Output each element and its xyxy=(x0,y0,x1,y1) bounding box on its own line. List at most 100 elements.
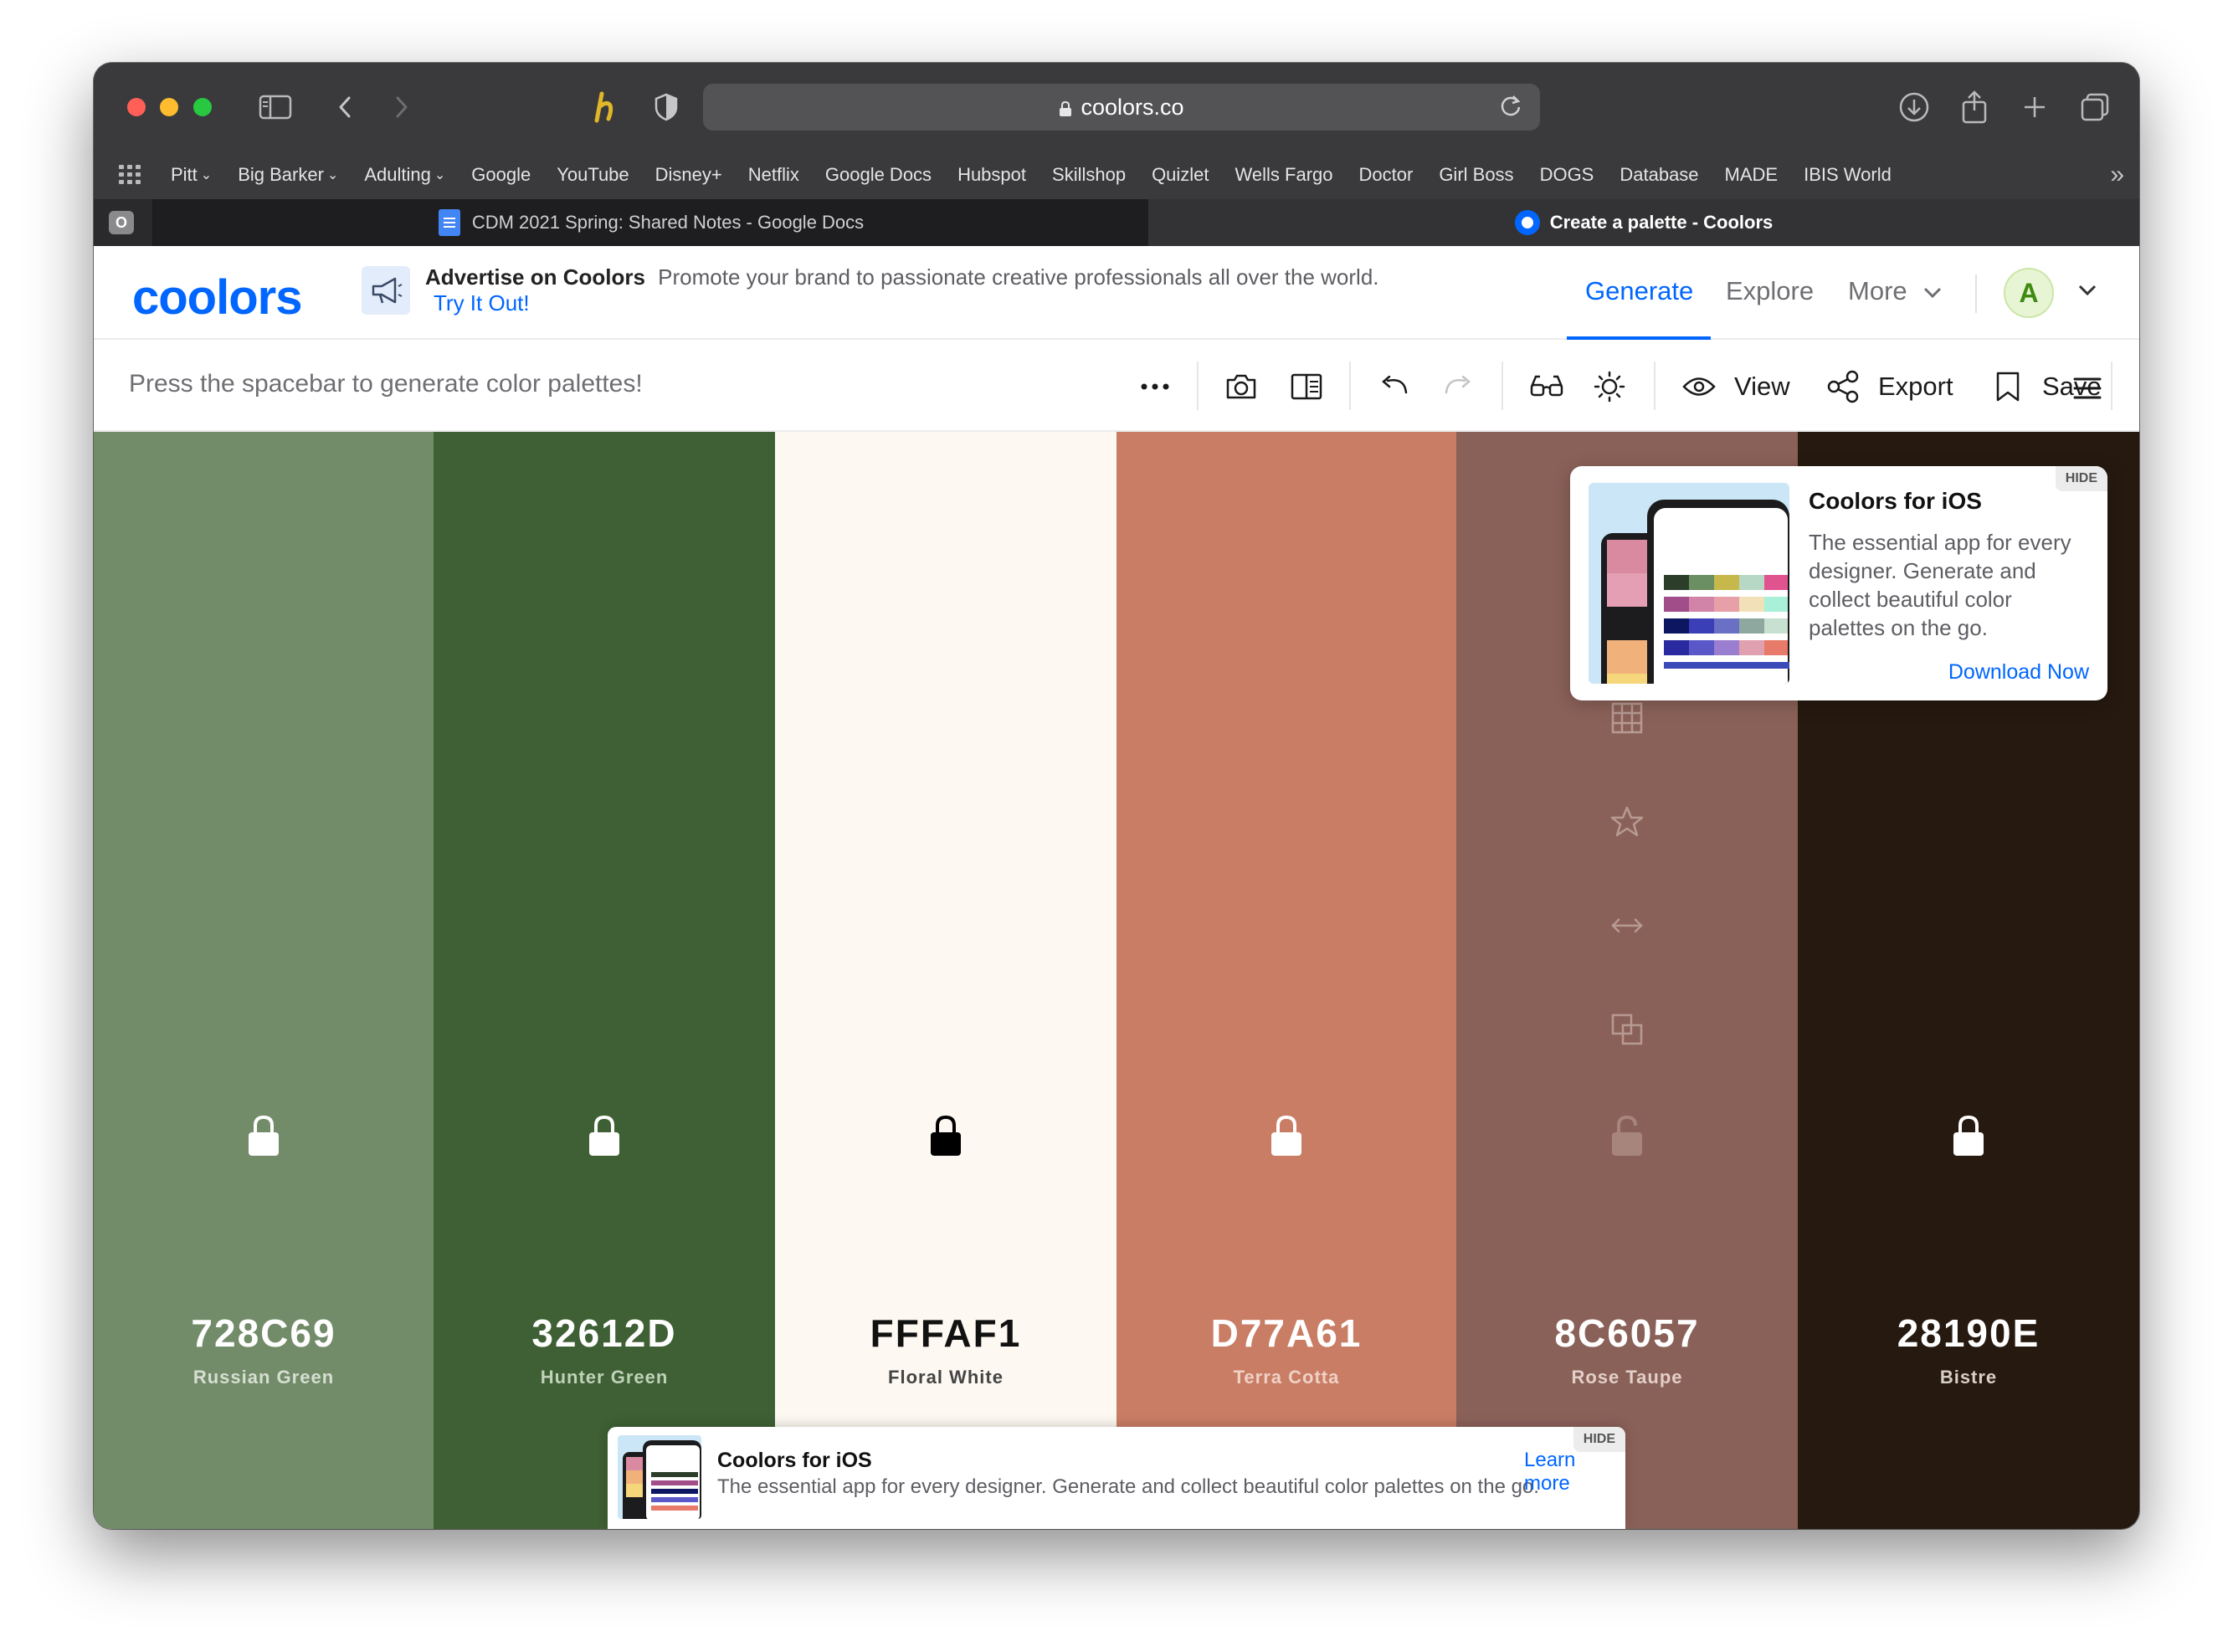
view-button[interactable]: View xyxy=(1682,370,1799,403)
try-it-out-link[interactable]: Try It Out! xyxy=(434,290,530,316)
minimize-window-button[interactable] xyxy=(160,98,178,116)
share-icon[interactable] xyxy=(1957,90,1992,124)
reload-icon[interactable] xyxy=(1500,94,1522,124)
color-name: Floral White xyxy=(888,1367,1004,1388)
learn-more-link[interactable]: Learn more xyxy=(1524,1449,1625,1496)
nav-more[interactable]: More xyxy=(1848,276,1943,306)
tab-coolors[interactable]: Create a palette - Coolors xyxy=(1148,199,2139,246)
back-icon[interactable] xyxy=(328,91,362,123)
lock-icon[interactable] xyxy=(1951,1114,1986,1157)
tab-bar: O CDM 2021 Spring: Shared Notes - Google… xyxy=(94,199,2139,246)
undo-icon[interactable] xyxy=(1378,370,1411,403)
new-tab-icon[interactable] xyxy=(2017,91,2052,123)
coolors-logo[interactable]: coolors xyxy=(132,269,302,326)
bookmark-google[interactable]: Google xyxy=(471,164,531,186)
shades-grid-icon[interactable] xyxy=(1609,700,1645,736)
coolors-favicon-icon xyxy=(1514,210,1540,235)
lock-icon xyxy=(1060,101,1072,116)
honey-extension-icon[interactable] xyxy=(588,91,621,123)
bookmark-google-docs[interactable]: Google Docs xyxy=(825,164,932,186)
bookmark-adulting[interactable]: Adulting ⌄ xyxy=(364,164,445,186)
bookmark-pitt[interactable]: Pitt ⌄ xyxy=(171,164,212,186)
downloads-icon[interactable] xyxy=(1897,91,1932,123)
tab-google-docs[interactable]: CDM 2021 Spring: Shared Notes - Google D… xyxy=(154,199,1148,246)
address-bar[interactable]: coolors.co xyxy=(703,84,1540,131)
eye-icon xyxy=(1682,377,1716,396)
redo-icon[interactable] xyxy=(1441,370,1475,403)
tab-title: Create a palette - Coolors xyxy=(1549,212,1774,233)
download-now-link[interactable]: Download Now xyxy=(1948,660,2089,685)
color-hex[interactable]: D77A61 xyxy=(1116,1311,1456,1356)
lock-icon[interactable] xyxy=(1269,1114,1304,1157)
bookmark-netflix[interactable]: Netflix xyxy=(748,164,799,186)
site-header: coolors Advertise on Coolors Promote you… xyxy=(94,246,2139,340)
bookmark-doctor[interactable]: Doctor xyxy=(1359,164,1414,186)
view-label: View xyxy=(1734,372,1790,401)
bookmark-icon xyxy=(1996,372,2020,402)
adjust-palette-sun-icon[interactable] xyxy=(1592,370,1627,403)
bookmark-big-barker[interactable]: Big Barker ⌄ xyxy=(238,164,338,186)
bookmark-dogs[interactable]: DOGS xyxy=(1540,164,1594,186)
drag-arrows-icon[interactable] xyxy=(1609,907,1645,944)
google-docs-icon xyxy=(438,209,460,236)
advertise-banner: Advertise on Coolors Promote your brand … xyxy=(425,264,1379,316)
favorite-star-icon[interactable] xyxy=(1609,803,1645,840)
popup-body: The essential app for every designer. Ge… xyxy=(1809,530,2071,640)
lock-icon[interactable] xyxy=(587,1114,622,1157)
color-hex[interactable]: 8C6057 xyxy=(1456,1311,1798,1356)
camera-icon[interactable] xyxy=(1224,370,1259,403)
user-avatar[interactable]: A xyxy=(2004,268,2054,318)
more-bookmarks-icon[interactable]: » xyxy=(2110,161,2124,189)
bookmark-wells-fargo[interactable]: Wells Fargo xyxy=(1235,164,1333,186)
forward-icon[interactable] xyxy=(385,91,418,123)
color-hex[interactable]: 32612D xyxy=(434,1311,775,1356)
bookmark-youtube[interactable]: YouTube xyxy=(557,164,629,186)
nav-explore[interactable]: Explore xyxy=(1726,276,1814,306)
sidebar-toggle-icon[interactable] xyxy=(257,91,294,123)
tab-overview-icon[interactable] xyxy=(2077,91,2112,123)
color-swatch-3[interactable]: FFFAF1 Floral White xyxy=(775,432,1116,1529)
more-options-icon[interactable] xyxy=(1138,370,1172,403)
unlock-icon[interactable] xyxy=(1609,1114,1645,1157)
advertise-text: Promote your brand to passionate creativ… xyxy=(658,264,1379,290)
color-blindness-glasses-icon[interactable] xyxy=(1528,370,1565,403)
tab-group-badge[interactable]: O xyxy=(109,211,134,234)
bookmark-girl-boss[interactable]: Girl Boss xyxy=(1439,164,1513,186)
apps-grid-icon[interactable] xyxy=(119,165,142,185)
color-name: Rose Taupe xyxy=(1571,1367,1683,1388)
bookmarks-bar: Pitt ⌄ Big Barker ⌄ Adulting ⌄ Google YouTu… xyxy=(94,151,2139,199)
close-window-button[interactable] xyxy=(127,98,146,116)
browser-window: coolors.co Pitt ⌄ Big Barker ⌄ Adulting ⌄ G… xyxy=(94,63,2139,1529)
copy-icon[interactable] xyxy=(1609,1011,1645,1048)
bookmark-skillshop[interactable]: Skillshop xyxy=(1052,164,1126,186)
bookmark-made[interactable]: MADE xyxy=(1725,164,1779,186)
collage-icon[interactable] xyxy=(1289,370,1324,403)
nav-generate[interactable]: Generate xyxy=(1585,276,1693,306)
color-hex[interactable]: 728C69 xyxy=(94,1311,434,1356)
color-swatch-4[interactable]: D77A61 Terra Cotta xyxy=(1116,432,1456,1529)
account-chevron-down-icon[interactable] xyxy=(2077,276,2097,303)
color-swatch-1[interactable]: 728C69 Russian Green xyxy=(94,432,434,1529)
zoom-window-button[interactable] xyxy=(193,98,212,116)
color-hex[interactable]: FFFAF1 xyxy=(775,1311,1116,1356)
share-nodes-icon xyxy=(1827,370,1859,403)
tab-title: CDM 2021 Spring: Shared Notes - Google D… xyxy=(471,212,865,233)
privacy-shield-icon[interactable] xyxy=(649,91,683,123)
hide-popup-button[interactable]: HIDE xyxy=(2055,466,2107,491)
export-button[interactable]: Export xyxy=(1826,370,1969,403)
color-name: Bistre xyxy=(1939,1367,1998,1388)
lock-icon[interactable] xyxy=(246,1114,281,1157)
hamburger-menu-icon[interactable] xyxy=(2071,372,2104,405)
color-hex[interactable]: 28190E xyxy=(1798,1311,2139,1356)
advertise-title: Advertise on Coolors xyxy=(425,264,645,290)
bookmark-quizlet[interactable]: Quizlet xyxy=(1152,164,1209,186)
lock-icon[interactable] xyxy=(928,1114,963,1157)
hide-bottom-ad-button[interactable]: HIDE xyxy=(1573,1427,1625,1452)
bottom-ad-banner: Coolors for iOS The essential app for ev… xyxy=(608,1427,1625,1529)
palette: 728C69 Russian Green 32612D Hunter Green… xyxy=(94,432,2139,1529)
bookmark-ibis-world[interactable]: IBIS World xyxy=(1804,164,1892,186)
bookmark-database[interactable]: Database xyxy=(1620,164,1698,186)
bookmark-disney-plus[interactable]: Disney+ xyxy=(655,164,722,186)
bookmark-hubspot[interactable]: Hubspot xyxy=(957,164,1026,186)
color-swatch-2[interactable]: 32612D Hunter Green xyxy=(434,432,775,1529)
